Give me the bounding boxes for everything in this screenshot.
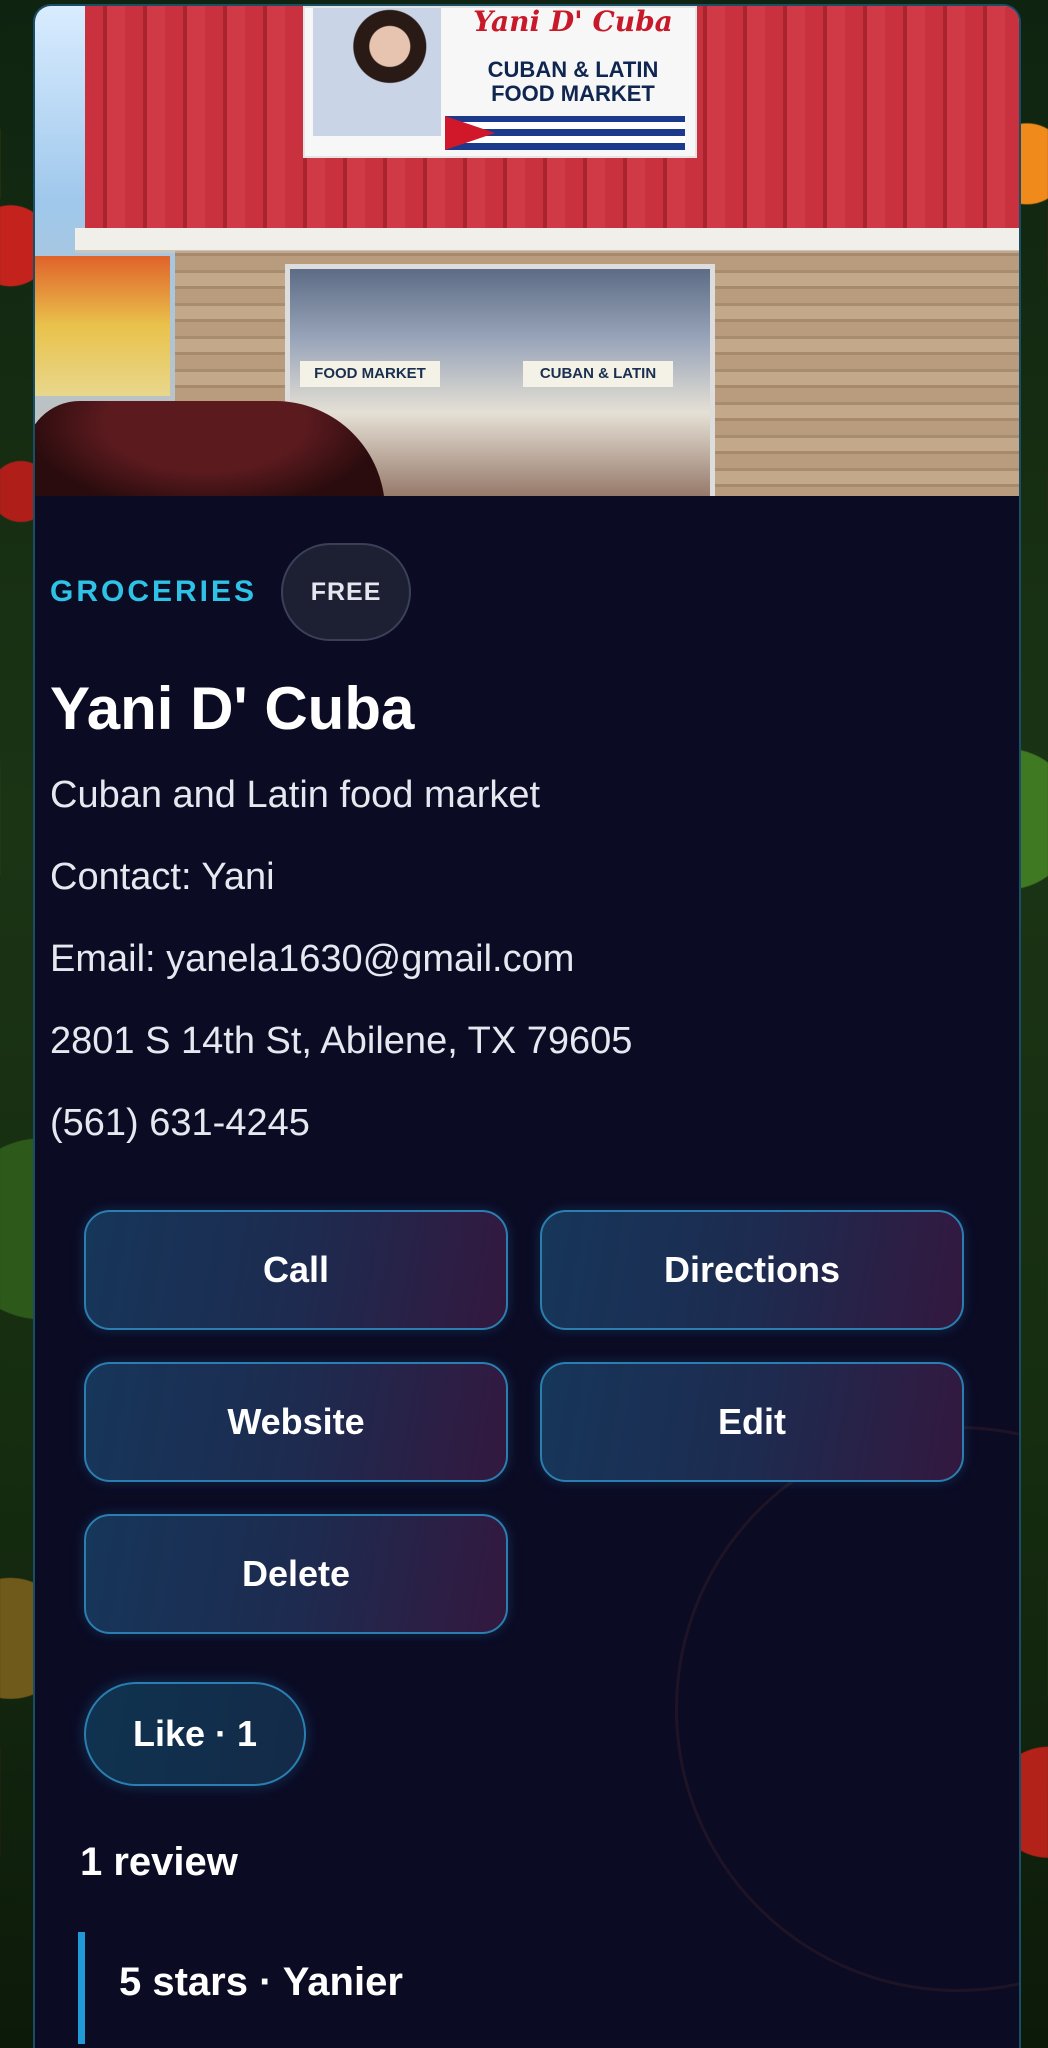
listing-description: Cuban and Latin food market: [50, 774, 541, 816]
reviews-heading: 1 review: [80, 1840, 238, 1884]
listing-address: 2801 S 14th St, Abilene, TX 79605: [50, 1020, 633, 1062]
banner-tagline: CUBAN & LATIN FOOD MARKET: [487, 57, 659, 106]
directions-button[interactable]: Directions: [540, 1210, 964, 1330]
cuban-flag-icon: [445, 116, 685, 150]
call-button[interactable]: Call: [84, 1210, 508, 1330]
delete-button[interactable]: Delete: [84, 1514, 508, 1634]
category-label: GROCERIES: [50, 575, 258, 608]
photo-sign-right: CUBAN & LATIN: [523, 361, 673, 387]
photo-side-building: [35, 256, 170, 396]
edit-button[interactable]: Edit: [540, 1362, 964, 1482]
review-item: 5 stars · Yanier: [78, 1932, 938, 2044]
listing-phone: (561) 631-4245: [50, 1102, 310, 1144]
price-badge: FREE: [281, 543, 412, 641]
banner-brand: Yani D' Cuba: [473, 6, 673, 38]
photo-banner: Yani D' Cuba CUBAN & LATIN FOOD MARKET: [303, 6, 697, 158]
listing-email: Email: yanela1630@gmail.com: [50, 938, 575, 980]
banner-portrait: [313, 8, 441, 136]
like-button[interactable]: Like · 1: [84, 1682, 306, 1786]
listing-details: GROCERIES FREE Yani D' Cuba Cuban and La…: [50, 540, 940, 1164]
website-button[interactable]: Website: [84, 1362, 508, 1482]
photo-sign-left: FOOD MARKET: [300, 361, 440, 387]
tag-row: GROCERIES FREE: [50, 540, 940, 644]
photo-awning: [75, 228, 1019, 253]
store-photo: FOOD MARKET CUBAN & LATIN Yani D' Cuba C…: [35, 6, 1019, 496]
listing-contact: Contact: Yani: [50, 856, 275, 898]
listing-title: Yani D' Cuba: [50, 675, 415, 742]
review-header: 5 stars · Yanier: [119, 1960, 403, 2004]
